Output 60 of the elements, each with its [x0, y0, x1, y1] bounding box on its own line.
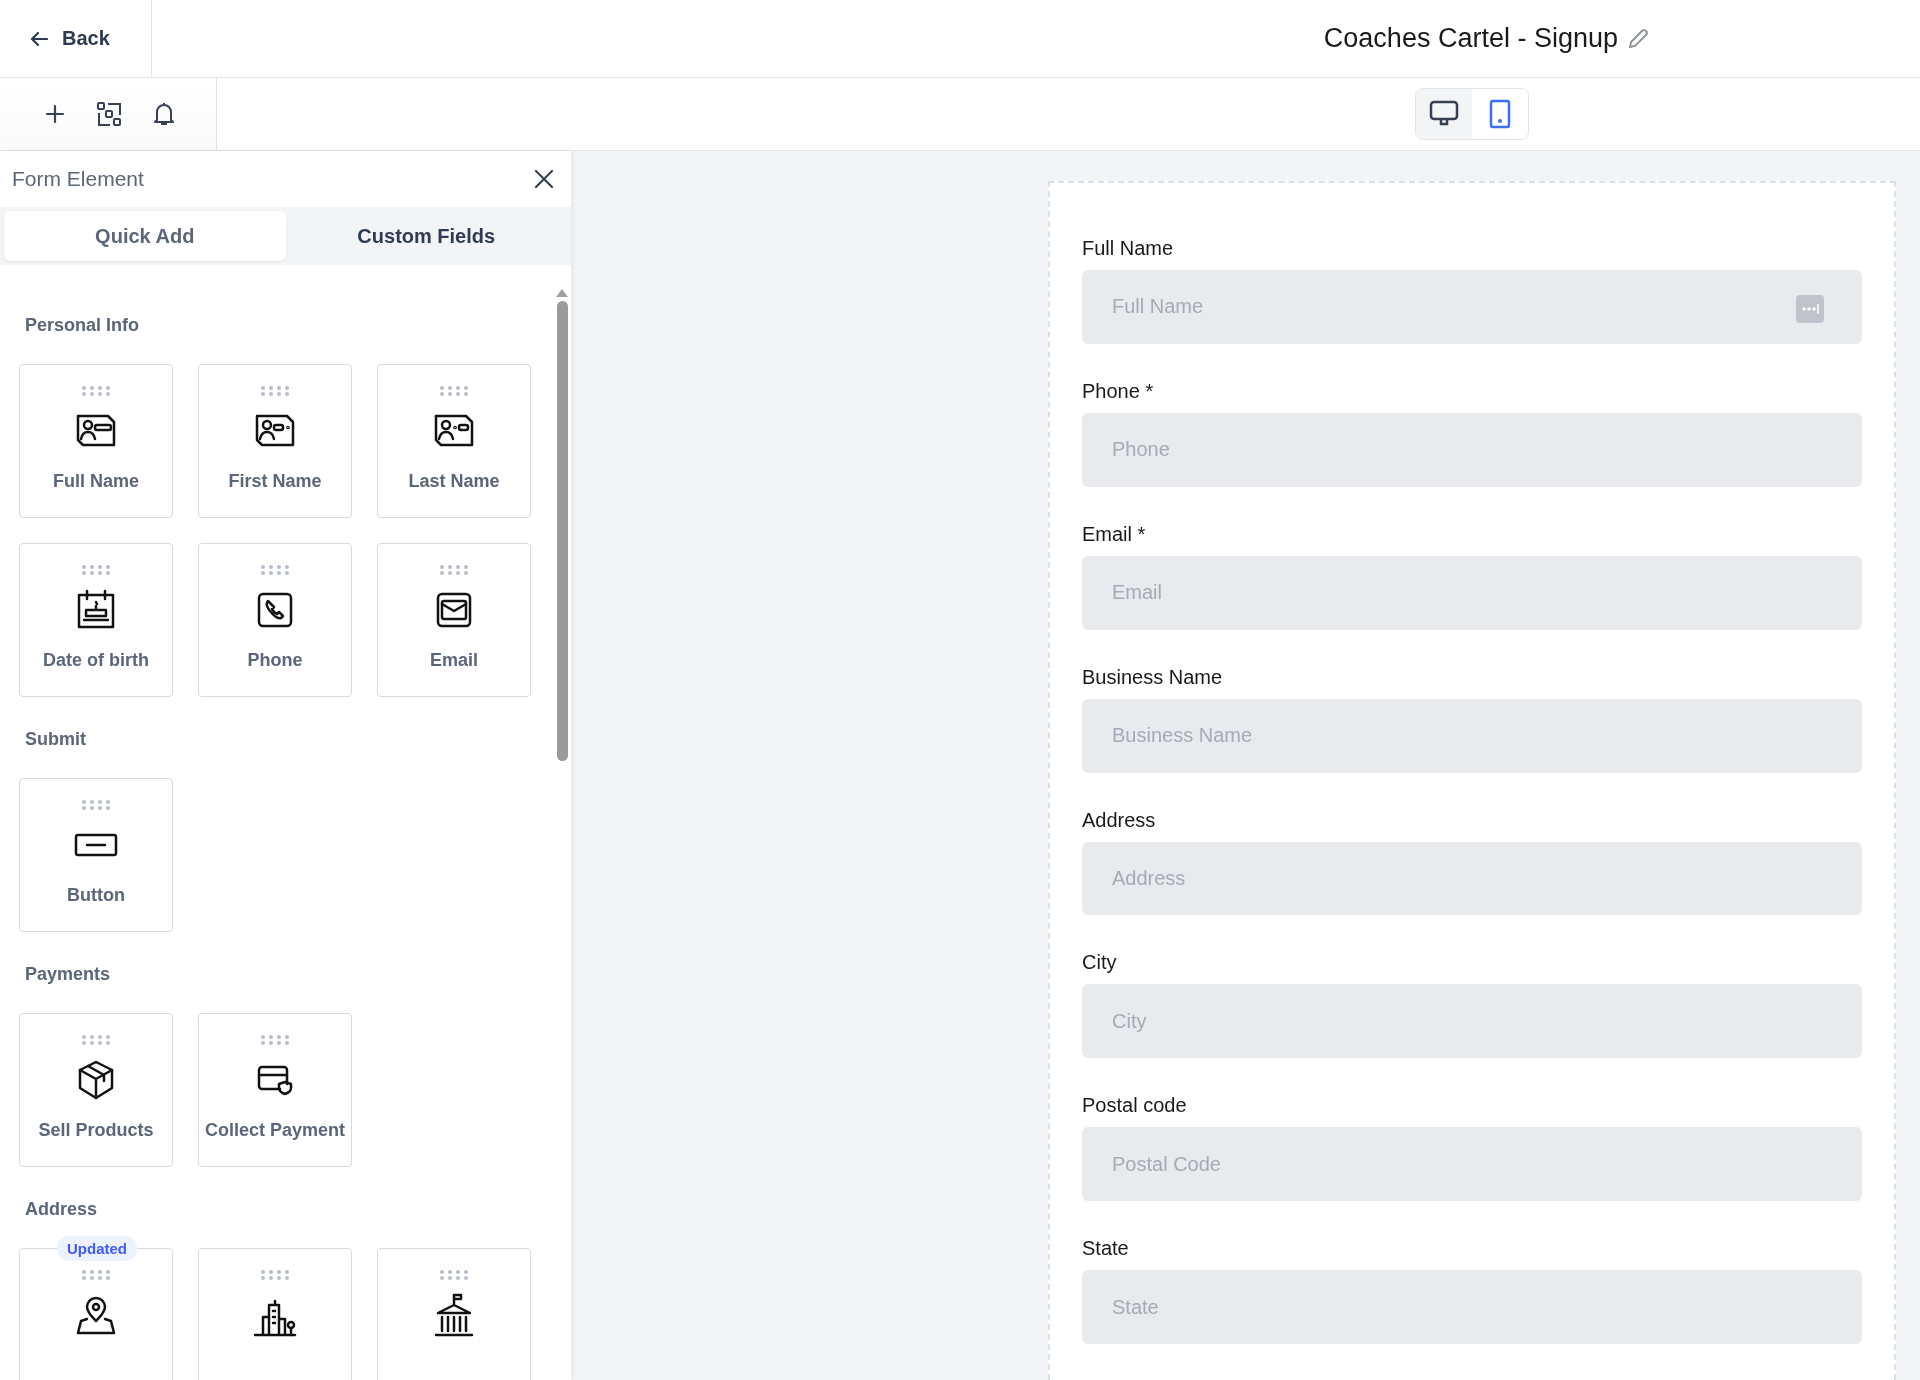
input-field[interactable]: Address	[1082, 841, 1862, 916]
field-label: Email *	[1082, 522, 1147, 546]
form-title: Coaches Cartel - Signup	[1323, 23, 1618, 54]
element-card[interactable]: First Name	[198, 364, 352, 518]
device-mode-button[interactable]	[1416, 89, 1472, 139]
element-card[interactable]: Last Name	[377, 364, 531, 518]
drag-handle-icon[interactable]	[439, 1269, 469, 1281]
field-label: Phone *	[1082, 379, 1155, 403]
section-title: Submit	[24, 728, 87, 751]
section-title: Address	[24, 1198, 99, 1221]
panel-tab[interactable]: Quick Add	[4, 211, 286, 261]
more-icon[interactable]	[1796, 295, 1824, 323]
element-card[interactable]: Full Name	[19, 364, 173, 518]
input-field[interactable]: Full Name	[1082, 270, 1862, 344]
drag-handle-icon[interactable]	[81, 564, 111, 576]
section-title: Payments	[24, 963, 112, 986]
element-card[interactable]: Date of birth	[19, 543, 173, 697]
element-card[interactable]: Sell Products	[19, 1013, 173, 1167]
updated-badge: Updated	[57, 1236, 137, 1261]
element-card[interactable]: Collect Payment	[198, 1013, 352, 1167]
field-label: City	[1082, 951, 1118, 975]
section-title: Personal Info	[24, 314, 141, 337]
mobile-phone-icon	[1489, 99, 1511, 129]
notification-bell-icon[interactable]	[152, 101, 176, 127]
field-label: State	[1082, 1237, 1130, 1261]
input-field[interactable]: City	[1082, 984, 1862, 1059]
drag-handle-icon[interactable]	[260, 564, 290, 576]
panel-tab[interactable]: Custom Fields	[285, 211, 567, 261]
close-icon[interactable]	[533, 168, 555, 190]
input-field[interactable]: Email	[1082, 555, 1862, 630]
scroll-up-icon[interactable]	[556, 289, 568, 297]
pencil-icon[interactable]	[1626, 26, 1650, 51]
drag-handle-icon[interactable]	[81, 1269, 111, 1281]
input-field[interactable]: State	[1082, 1270, 1862, 1344]
back-button[interactable]: Back	[26, 23, 114, 54]
drag-handle-icon[interactable]	[439, 385, 469, 397]
input-field[interactable]: Business Name	[1082, 698, 1862, 773]
drag-handle-icon[interactable]	[260, 1034, 290, 1046]
field-label: Full Name	[1082, 237, 1175, 260]
add-icon[interactable]	[44, 103, 66, 125]
element-card[interactable]	[377, 1248, 531, 1380]
drag-handle-icon[interactable]	[81, 1034, 111, 1046]
field-label: Postal code	[1082, 1094, 1188, 1118]
input-field[interactable]: Postal Code	[1082, 1127, 1862, 1202]
element-card[interactable]: Phone	[198, 543, 352, 697]
panel-title: Form Element	[12, 167, 144, 191]
drag-handle-icon[interactable]	[260, 1269, 290, 1281]
drag-handle-icon[interactable]	[81, 799, 111, 811]
element-select-icon[interactable]	[96, 101, 122, 127]
input-field[interactable]: Phone	[1082, 412, 1862, 487]
scrollbar-thumb[interactable]	[556, 301, 568, 761]
field-label: Business Name	[1082, 665, 1224, 689]
element-card[interactable]: Email	[377, 543, 531, 697]
field-label: Address	[1082, 808, 1157, 832]
drag-handle-icon[interactable]	[439, 564, 469, 576]
desktop-icon	[1429, 100, 1459, 128]
drag-handle-icon[interactable]	[81, 385, 111, 397]
drag-handle-icon[interactable]	[260, 385, 290, 397]
element-card[interactable]: Button	[19, 778, 173, 932]
arrow-left-icon	[30, 30, 48, 47]
